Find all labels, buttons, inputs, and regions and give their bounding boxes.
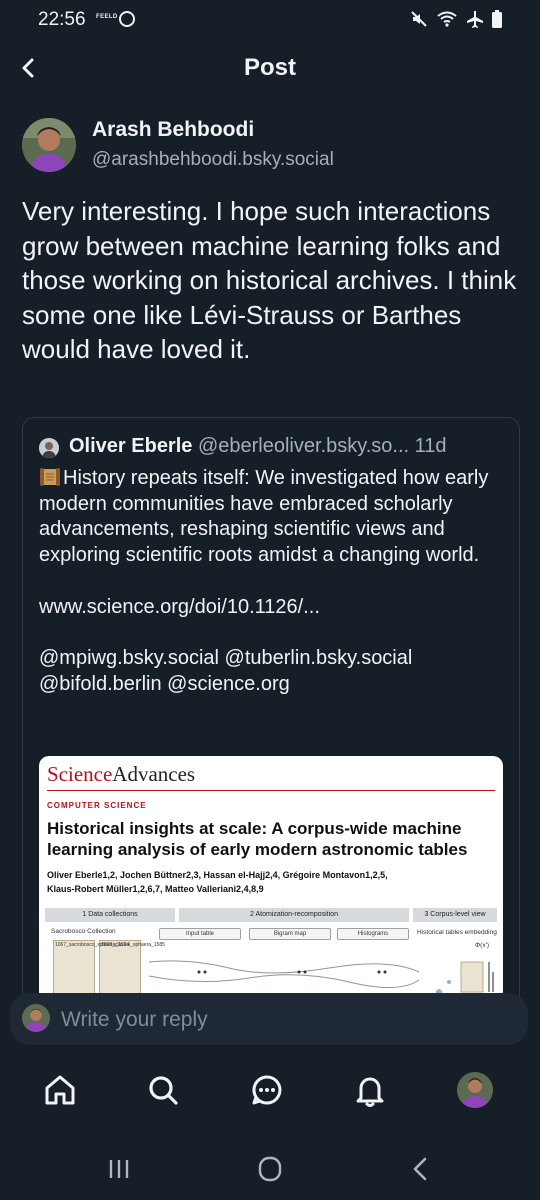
page-title: Post [243, 54, 296, 81]
divider [47, 790, 495, 791]
quoted-author-handle[interactable]: @eberleoliver.bsky.so... [198, 435, 409, 457]
my-avatar [22, 1004, 50, 1032]
book-thumbnail [53, 940, 95, 994]
recents-icon[interactable] [102, 1154, 136, 1184]
bell-icon[interactable] [350, 1070, 390, 1110]
scroll-icon [40, 468, 60, 486]
status-bar: 22:56 FEELD [0, 0, 540, 40]
airplane-icon [467, 11, 483, 28]
mute-icon [411, 11, 427, 27]
quoted-author-name[interactable]: Oliver Eberle [69, 435, 192, 457]
quoted-meta: Oliver Eberle @eberleoliver.bsky.so... 1… [69, 435, 509, 458]
paper-authors: Oliver Eberle1,2, Jochen Büttner2,3, Has… [47, 870, 388, 894]
quoted-timestamp: 11d [414, 435, 447, 457]
author-name[interactable]: Arash Behboodi [92, 118, 254, 142]
reply-input[interactable]: Write your reply [10, 993, 528, 1045]
reply-placeholder: Write your reply [61, 1008, 208, 1031]
step-label: 3 Corpus-level view [413, 908, 497, 922]
figure-label: Historical tables embedding [417, 929, 497, 936]
chat-icon[interactable] [247, 1070, 287, 1110]
pipeline-steps: 1 Data collections 2 Atomization-recompo… [39, 908, 503, 924]
post-text: Very interesting. I hope such interactio… [22, 196, 524, 364]
book-thumbnail [99, 940, 141, 994]
search-icon[interactable] [143, 1070, 183, 1110]
figure-box: Input table [159, 928, 241, 940]
profile-avatar[interactable] [457, 1072, 493, 1108]
author-handle[interactable]: @arashbehboodi.bsky.social [92, 149, 334, 171]
home-icon[interactable] [40, 1070, 80, 1110]
figure-box: Bigram map [249, 928, 331, 940]
post-header: Post [0, 40, 540, 98]
paper-title: Historical insights at scale: A corpus-w… [47, 819, 468, 859]
wifi-icon [437, 11, 457, 27]
step-label: 2 Atomization-recomposition [179, 908, 409, 922]
step-label: 1 Data collections [45, 908, 175, 922]
journal-logo: ScienceAdvances [47, 762, 196, 786]
status-time: 22:56 [38, 9, 86, 30]
status-app-label: FEELD [96, 14, 118, 20]
back-nav-icon[interactable] [404, 1154, 438, 1184]
bottom-nav [0, 1052, 540, 1134]
system-nav [0, 1134, 540, 1200]
quoted-image[interactable]: ScienceAdvances COMPUTER SCIENCE Histori… [39, 756, 503, 1018]
quoted-text-block: History repeats itself: We investigated … [39, 466, 509, 697]
quoted-author-avatar[interactable] [39, 438, 59, 458]
figure-box: Histograms [337, 928, 409, 940]
figure-label: Sacrobosco Collection [51, 928, 116, 935]
quoted-post[interactable]: Oliver Eberle @eberleoliver.bsky.so... 1… [22, 417, 520, 1019]
quoted-text: History repeats itself: We investigated … [39, 467, 489, 695]
author-avatar[interactable] [22, 118, 76, 172]
battery-icon [492, 10, 502, 28]
paper-section: COMPUTER SCIENCE [47, 801, 147, 810]
home-button-icon[interactable] [253, 1154, 287, 1184]
sync-icon [119, 11, 135, 27]
